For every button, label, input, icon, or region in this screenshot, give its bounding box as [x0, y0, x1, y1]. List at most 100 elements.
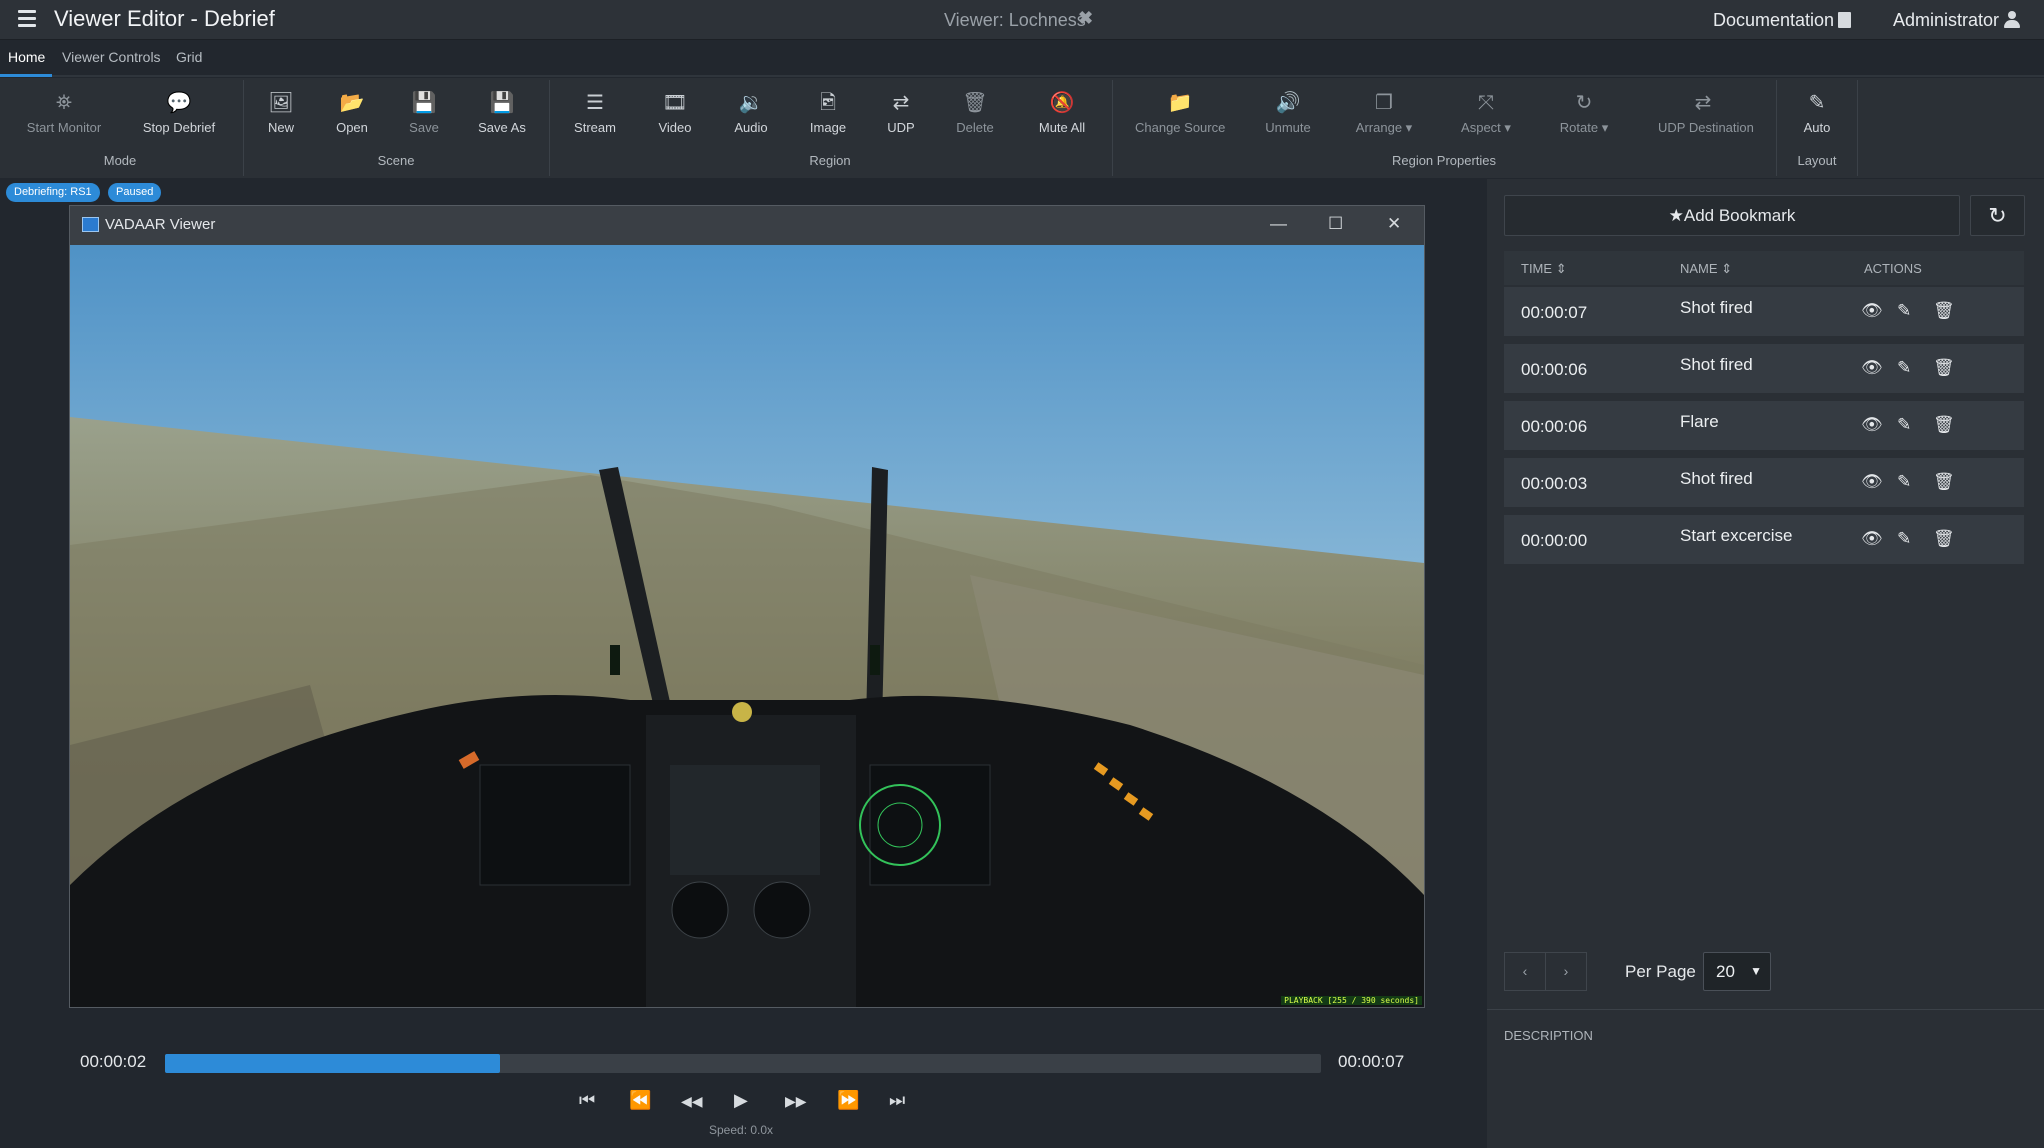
viewer-window-titlebar[interactable]: VADAAR Viewer — ☐ ✕	[70, 206, 1424, 245]
refresh-icon[interactable]: ↻	[1970, 195, 2025, 236]
seek-bar[interactable]	[165, 1054, 1321, 1073]
skip-start-icon[interactable]: ⏮	[579, 1090, 595, 1111]
start-monitor-button[interactable]: ⛯ Start Monitor	[19, 90, 109, 135]
bookmark-name: Flare	[1680, 412, 1719, 431]
fast-backward-icon[interactable]: ⏪	[629, 1090, 651, 1111]
book-icon	[1838, 12, 1851, 28]
delete-icon[interactable]: 🗑	[1933, 472, 1955, 492]
add-bookmark-button[interactable]: ★Add Bookmark	[1504, 195, 1960, 236]
maximize-icon[interactable]: ☐	[1328, 214, 1343, 234]
viewer-window-title: VADAAR Viewer	[105, 216, 216, 233]
bookmark-name: Shot fired	[1680, 355, 1753, 374]
tab-home[interactable]: Home	[8, 49, 45, 65]
save-as-button[interactable]: 💾 Save As	[457, 90, 547, 135]
bell-slash-icon: 🔕	[1049, 92, 1075, 114]
unmute-button[interactable]: 🔊 Unmute	[1243, 90, 1333, 135]
floppy-icon: 💾	[411, 92, 437, 114]
fast-forward-icon[interactable]: ⏩	[837, 1090, 859, 1111]
aspect-dropdown[interactable]: ⤧ Aspect ▾	[1441, 90, 1531, 136]
change-source-button[interactable]: 📁 Change Source	[1135, 90, 1225, 135]
rotate-dropdown[interactable]: ↻ Rotate ▾	[1539, 90, 1629, 136]
close-icon[interactable]: ✕	[1387, 214, 1401, 234]
edit-icon[interactable]: ✎	[1897, 529, 1911, 549]
stream-button[interactable]: ☰ Stream	[550, 90, 640, 135]
previous-page-button[interactable]: ‹	[1504, 952, 1546, 991]
minimize-icon[interactable]: —	[1270, 214, 1287, 234]
save-button[interactable]: 💾 Save	[379, 90, 469, 135]
arrange-dropdown[interactable]: ❐ Arrange ▾	[1339, 90, 1429, 136]
chevron-down-icon: ▼	[1750, 964, 1762, 978]
table-row[interactable]: 00:00:06 Shot fired 👁 ✎ 🗑	[1504, 344, 2024, 393]
view-icon[interactable]: 👁	[1861, 358, 1883, 378]
refresh-icon: ↻	[1575, 92, 1593, 114]
title-bar: Viewer Editor - Debrief Viewer: Lochness…	[0, 0, 2044, 40]
per-page-label: Per Page	[1625, 962, 1696, 981]
user-icon[interactable]	[2004, 11, 2020, 29]
tab-grid[interactable]: Grid	[176, 49, 202, 65]
divider	[1487, 1009, 2044, 1010]
caret-down-icon: ▾	[1601, 120, 1609, 135]
delete-button[interactable]: 🗑 Delete	[930, 90, 1020, 135]
play-icon[interactable]: ▶	[734, 1090, 748, 1111]
bookmark-time: 00:00:00	[1521, 531, 1588, 550]
viewer-window[interactable]: VADAAR Viewer — ☐ ✕ PLAYBACK [255 / 390 …	[69, 205, 1425, 1008]
table-row[interactable]: 00:00:03 Shot fired 👁 ✎ 🗑	[1504, 458, 2024, 507]
delete-icon[interactable]: 🗑	[1933, 358, 1955, 378]
group-label-mode: Mode	[103, 153, 137, 168]
clone-icon: ❐	[1375, 92, 1393, 114]
playback-controls: 00:00:02 00:00:07 ⏮ ⏪ ◀◀ ▶ ▶▶ ⏩ ⏭ Speed:…	[0, 1030, 1480, 1148]
bookmark-time: 00:00:06	[1521, 417, 1588, 436]
column-header-time[interactable]: TIME ⇕	[1521, 261, 1567, 277]
bookmark-time: 00:00:03	[1521, 474, 1588, 493]
end-time: 00:00:07	[1338, 1052, 1405, 1071]
auto-layout-button[interactable]: ✎ Auto	[1772, 90, 1862, 135]
table-row[interactable]: 00:00:07 Shot fired 👁 ✎ 🗑	[1504, 287, 2024, 336]
documentation-link[interactable]: Documentation	[1713, 10, 1834, 31]
skip-end-icon[interactable]: ⏭	[889, 1090, 905, 1111]
magic-icon: ✎	[1808, 92, 1826, 114]
stream-icon: ☰	[586, 92, 604, 114]
user-menu[interactable]: Administrator	[1893, 10, 1999, 31]
bookmarks-panel: ★Add Bookmark ↻ TIME ⇕ NAME ⇕ ACTIONS 00…	[1487, 179, 2044, 1148]
view-icon[interactable]: 👁	[1861, 415, 1883, 435]
column-header-name[interactable]: NAME ⇕	[1680, 261, 1732, 277]
delete-icon[interactable]: 🗑	[1933, 529, 1955, 549]
delete-icon[interactable]: 🗑	[1933, 301, 1955, 321]
view-icon[interactable]: 👁	[1861, 529, 1883, 549]
close-viewer-icon[interactable]: ✖	[1078, 8, 1093, 29]
per-page-select[interactable]: 20 ▼	[1703, 952, 1771, 991]
view-icon[interactable]: 👁	[1861, 301, 1883, 321]
table-row[interactable]: 00:00:00 Start excercise 👁 ✎ 🗑	[1504, 515, 2024, 564]
edit-icon[interactable]: ✎	[1897, 472, 1911, 492]
speed-readout: Speed: 0.0x	[709, 1123, 774, 1137]
description-label: DESCRIPTION	[1504, 1028, 1593, 1043]
volume-icon: 🔊	[1275, 92, 1301, 114]
menu-icon[interactable]	[18, 10, 36, 30]
table-row[interactable]: 00:00:06 Flare 👁 ✎ 🗑	[1504, 401, 2024, 450]
edit-icon[interactable]: ✎	[1897, 301, 1911, 321]
tab-viewer-controls[interactable]: Viewer Controls	[62, 49, 161, 65]
group-label-region: Region	[809, 153, 851, 168]
app-title: Viewer Editor - Debrief	[54, 6, 275, 31]
status-badge-paused: Paused	[108, 183, 162, 202]
viewer-selector[interactable]: Viewer: Lochness	[944, 10, 1086, 31]
bookmark-name: Shot fired	[1680, 298, 1753, 317]
sort-icon: ⇕	[1555, 261, 1567, 276]
edit-icon[interactable]: ✎	[1897, 415, 1911, 435]
trash-icon: 🗑	[962, 92, 988, 114]
udp-destination-button[interactable]: ⇄ UDP Destination	[1658, 90, 1754, 135]
backward-icon[interactable]: ◀◀	[681, 1093, 703, 1110]
view-icon[interactable]: 👁	[1861, 472, 1883, 492]
folder-icon: 📁	[1167, 92, 1193, 114]
edit-icon[interactable]: ✎	[1897, 358, 1911, 378]
stop-debrief-button[interactable]: 💬 Stop Debrief	[134, 90, 224, 135]
mute-all-button[interactable]: 🔕 Mute All	[1017, 90, 1107, 135]
app-root: Viewer Editor - Debrief Viewer: Lochness…	[0, 0, 2044, 1148]
expand-icon: ⤧	[1478, 92, 1494, 114]
delete-icon[interactable]: 🗑	[1933, 415, 1955, 435]
forward-icon[interactable]: ▶▶	[785, 1093, 807, 1110]
cockpit-scene	[70, 245, 1424, 1007]
column-header-actions: ACTIONS	[1864, 261, 1922, 276]
video-frame[interactable]: PLAYBACK [255 / 390 seconds]	[70, 245, 1424, 1007]
next-page-button[interactable]: ›	[1545, 952, 1587, 991]
